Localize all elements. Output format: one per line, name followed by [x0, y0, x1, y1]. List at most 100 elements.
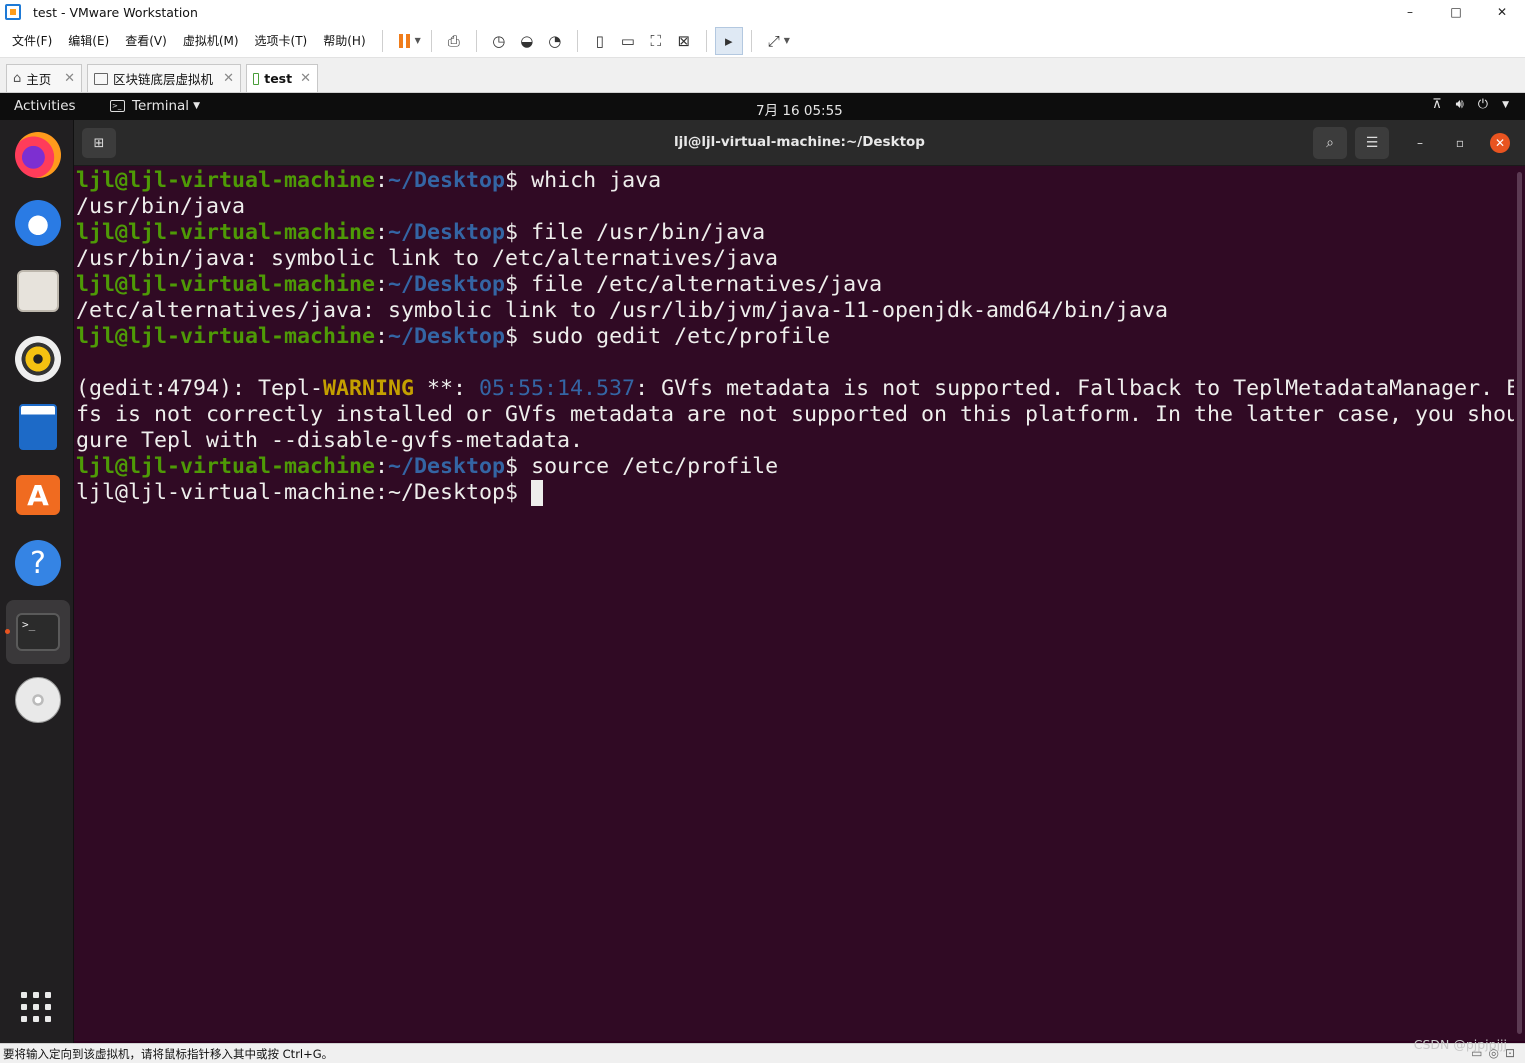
terminal-line: ljl@ljl-virtual-machine:~/Desktop$ file … [76, 272, 883, 297]
app-menu[interactable]: >_ Terminal ▼ [110, 98, 200, 114]
dock-files[interactable] [6, 259, 70, 323]
window-title: test - VMware Workstation [33, 4, 198, 20]
tab-home[interactable]: ⌂ 主页 ✕ [6, 64, 82, 92]
gnome-top-bar: Activities >_ Terminal ▼ 7月 16 05:55 ⊼ 🔊… [0, 93, 1525, 120]
power-icon: ⏻ [1477, 97, 1489, 112]
terminal-line: gure Tepl with --disable-gvfs-metadata. [76, 428, 584, 453]
terminal-line: /usr/bin/java [76, 194, 246, 219]
tab-test[interactable]: test ✕ [246, 64, 318, 92]
text-cursor [531, 480, 544, 506]
menu-edit[interactable]: 编辑(E) [60, 24, 117, 58]
close-button[interactable]: ✕ [1479, 0, 1525, 24]
dvd-icon [15, 677, 61, 723]
toolbar-separator [750, 29, 752, 52]
dock-writer[interactable] [6, 395, 70, 459]
tab-label: 主页 [26, 72, 52, 87]
toolbar-separator [381, 29, 383, 52]
toolbar-separator [475, 29, 477, 52]
vm-icon [94, 72, 108, 85]
terminal-line: fs is not correctly installed or GVfs me… [76, 402, 1514, 427]
menu-vm[interactable]: 虚拟机(M) [175, 24, 247, 58]
caret-down-icon: ▼ [1502, 100, 1509, 110]
sidebar-toggle-button[interactable]: ▯ [586, 27, 614, 55]
help-icon: ? [15, 540, 61, 586]
terminal-line: ljl@ljl-virtual-machine:~/Desktop$ which… [76, 168, 662, 193]
send-ctrl-alt-del-button[interactable]: ⎙ [440, 27, 468, 55]
running-vm-icon [253, 72, 260, 85]
activities-button[interactable]: Activities [14, 98, 76, 114]
unity-mode-button[interactable]: ⊠ [670, 27, 698, 55]
tab-close-icon[interactable]: ✕ [292, 71, 311, 86]
terminal-title: ljl@ljl-virtual-machine:~/Desktop [674, 134, 925, 150]
minimize-button[interactable]: – [1387, 0, 1433, 24]
dock-firefox[interactable] [6, 123, 70, 187]
terminal-small-icon: >_ [110, 100, 125, 112]
search-button[interactable]: ⌕ [1313, 127, 1347, 159]
menu-help[interactable]: 帮助(H) [315, 24, 373, 58]
status-bar: 要将输入定向到该虚拟机，请将鼠标指针移入其中或按 Ctrl+G。 ▭ ◎ ⊡ [0, 1043, 1525, 1063]
revert-snapshot-button[interactable]: ◒ [513, 27, 541, 55]
running-indicator [5, 629, 10, 634]
hamburger-menu-button[interactable]: ☰ [1355, 127, 1389, 159]
terminal-prompt-line: ljl@ljl-virtual-machine:~/Desktop$ [76, 480, 1514, 506]
menu-file[interactable]: 文件(F) [4, 24, 60, 58]
scrollbar-thumb[interactable] [1517, 172, 1522, 1034]
dock-terminal[interactable]: >_ [5, 600, 70, 664]
terminal-close-button[interactable]: ✕ [1490, 133, 1510, 153]
toolbar-separator [430, 29, 432, 52]
tab-close-icon[interactable]: ✕ [215, 71, 234, 86]
rhythmbox-icon [15, 336, 61, 382]
vmware-title-bar: test - VMware Workstation – □ ✕ [0, 0, 1525, 24]
menu-tabs[interactable]: 选项卡(T) [247, 24, 316, 58]
menu-view[interactable]: 查看(V) [117, 24, 175, 58]
terminal-line: ljl@ljl-virtual-machine:~/Desktop$ sudo … [76, 324, 831, 349]
volume-icon: 🔊︎ [1455, 97, 1464, 112]
status-message: 要将输入定向到该虚拟机，请将鼠标指针移入其中或按 Ctrl+G。 [3, 1046, 334, 1061]
dock-rhythmbox[interactable] [6, 327, 70, 391]
terminal-output[interactable]: ljl@ljl-virtual-machine:~/Desktop$ which… [74, 166, 1514, 1041]
fullscreen-button[interactable]: ⛶ [642, 27, 670, 55]
thumbnail-bar-button[interactable]: ▭ [614, 27, 642, 55]
thunderbird-icon [15, 200, 61, 246]
app-menu-label: Terminal [132, 98, 190, 114]
terminal-scrollbar[interactable] [1514, 166, 1525, 1041]
terminal-line: /etc/alternatives/java: symbolic link to… [76, 298, 1169, 323]
guest-display[interactable]: Activities >_ Terminal ▼ 7月 16 05:55 ⊼ 🔊… [0, 93, 1525, 1043]
window-controls: – □ ✕ [1387, 0, 1525, 24]
maximize-button[interactable]: □ [1433, 0, 1479, 24]
chevron-down-icon[interactable]: ▼ [415, 36, 421, 45]
watermark: CSDN @pjpjpjjj [1413, 1037, 1507, 1052]
clock[interactable]: 7月 16 05:55 [756, 99, 843, 119]
dock-thunderbird[interactable] [6, 191, 70, 255]
chevron-down-icon[interactable]: ▼ [784, 36, 790, 45]
snapshot-button[interactable]: ◷ [485, 27, 513, 55]
terminal-line: ljl@ljl-virtual-machine:~/Desktop$ sourc… [76, 454, 779, 479]
caret-down-icon: ▼ [193, 101, 200, 111]
terminal-minimize-button[interactable]: – [1410, 133, 1430, 153]
system-indicators[interactable]: ⊼ 🔊︎ ⏻ ▼ [1432, 97, 1509, 112]
terminal-restore-button[interactable]: ▫ [1450, 133, 1470, 153]
dock-help[interactable]: ? [6, 531, 70, 595]
dock-dvd[interactable] [6, 668, 70, 732]
home-icon: ⌂ [13, 71, 22, 86]
network-icon: ⊼ [1432, 97, 1442, 112]
menu-toolbar: 文件(F) 编辑(E) 查看(V) 虚拟机(M) 选项卡(T) 帮助(H) ▼ … [0, 24, 1525, 58]
dock-app-center[interactable]: A [6, 463, 70, 527]
hamburger-icon: ☰ [1365, 135, 1379, 151]
firefox-icon [15, 132, 61, 178]
tab-close-icon[interactable]: ✕ [56, 71, 75, 86]
terminal-line: /usr/bin/java: symbolic link to /etc/alt… [76, 246, 779, 271]
ubuntu-dock: A ? >_ [0, 120, 74, 1043]
tab-label: 区块链底层虚拟机 [113, 72, 214, 87]
terminal-header-bar: ⊞ ljl@ljl-virtual-machine:~/Desktop ⌕ ☰ … [74, 120, 1525, 166]
terminal-line: (gedit:4794): Tepl-WARNING **: 05:55:14.… [76, 376, 1514, 401]
search-icon: ⌕ [1326, 135, 1334, 151]
tab-blockchain-vm[interactable]: 区块链底层虚拟机 ✕ [87, 64, 241, 92]
snapshot-manager-button[interactable]: ◔ [541, 27, 569, 55]
console-view-button[interactable]: ▸ [714, 26, 743, 55]
show-apps-icon[interactable] [21, 992, 51, 1022]
toolbar-separator [576, 29, 578, 52]
vm-tab-strip: ⌂ 主页 ✕ 区块链底层虚拟机 ✕ test ✕ [0, 58, 1525, 93]
app-center-icon: A [16, 475, 60, 515]
